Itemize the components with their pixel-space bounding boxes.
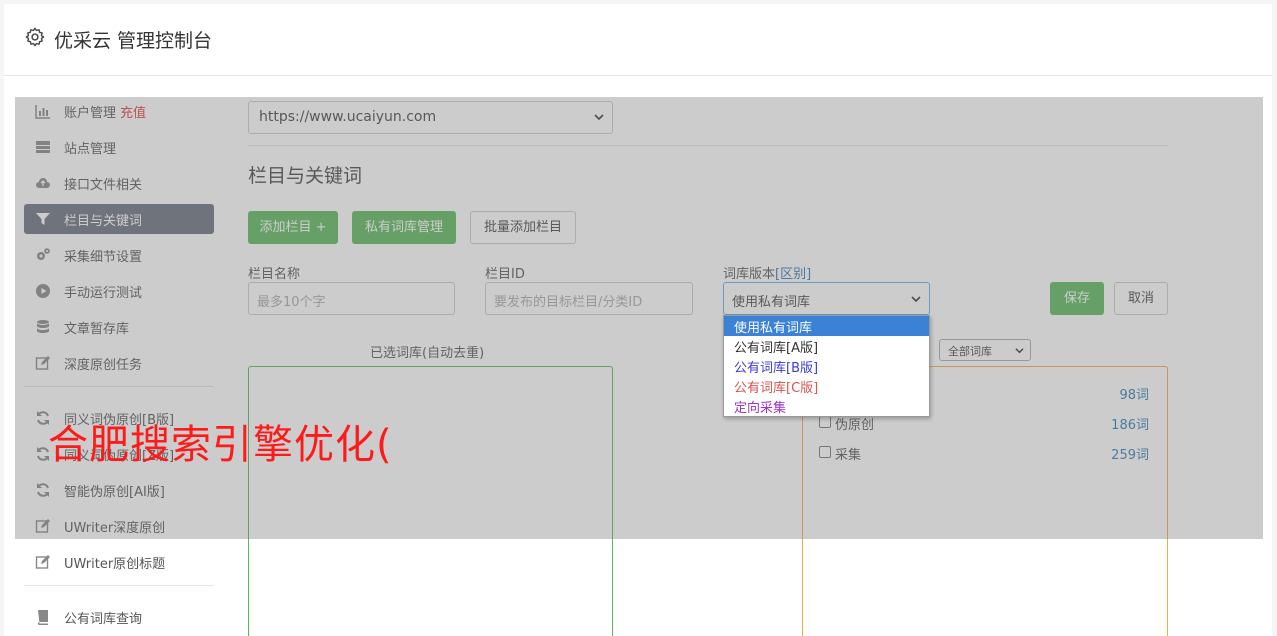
sidebar-divider — [24, 585, 214, 586]
sidebar-item-public-lib[interactable]: 公有词库查询 — [24, 602, 214, 632]
dropdown-option[interactable]: 使用私有词库 — [724, 316, 929, 336]
top-bar: 优采云 管理控制台 — [4, 4, 1272, 76]
dropdown-option[interactable]: 定向采集 — [724, 396, 929, 416]
book-icon — [38, 610, 48, 625]
modal-overlay — [15, 97, 1263, 539]
gear-icon — [25, 27, 45, 47]
lib-version-dropdown[interactable]: 使用私有词库 公有词库[A版] 公有词库[B版] 公有词库[C版] 定向采集 — [723, 315, 930, 417]
dropdown-option[interactable]: 公有词库[A版] — [724, 336, 929, 356]
dropdown-option[interactable]: 公有词库[B版] — [724, 356, 929, 376]
dropdown-option[interactable]: 公有词库[C版] — [724, 376, 929, 396]
edit-icon — [35, 555, 50, 569]
page-title: 优采云 管理控制台 — [54, 30, 213, 52]
watermark-text: 合肥搜索引擎优化( — [48, 422, 393, 468]
sidebar-item-label: UWriter原创标题 — [64, 557, 166, 572]
page: 优采云 管理控制台 账户管理 充值 站点管理 接口文件相关 栏目与关键词 采集细… — [0, 0, 1277, 636]
sidebar-item-uwriter-title[interactable]: UWriter原创标题 — [24, 547, 214, 577]
sidebar-item-label: 公有词库查询 — [64, 612, 143, 627]
